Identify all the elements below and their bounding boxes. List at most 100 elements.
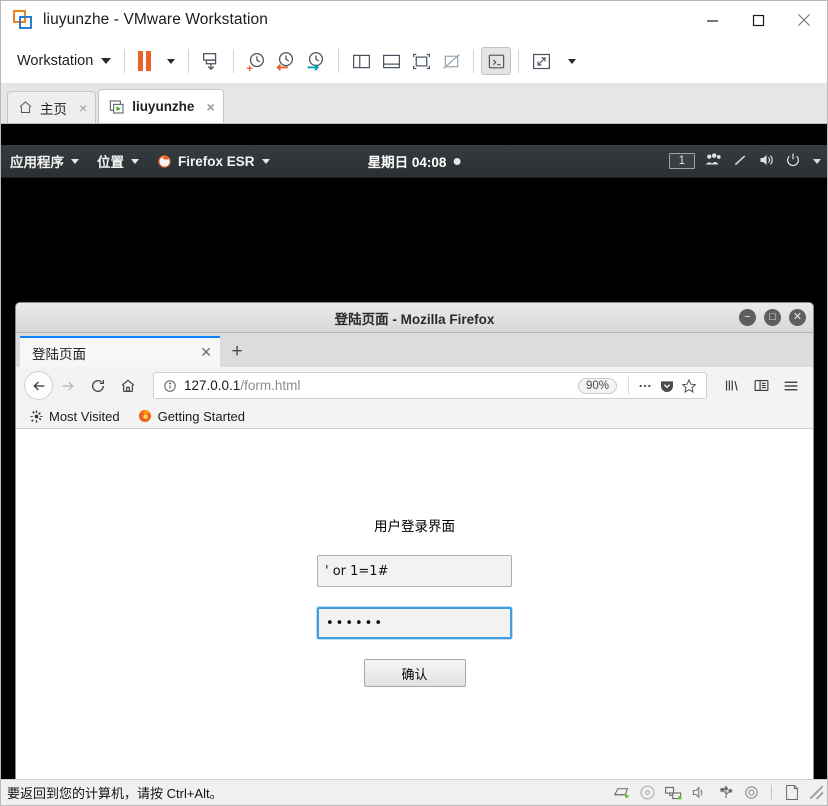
workspace-switcher[interactable]: 1 <box>668 153 695 169</box>
firefox-navbar: 127.0.0.1/form.html 90% <box>16 367 813 404</box>
username-input[interactable]: ' or 1=1# <box>317 555 512 587</box>
ellipsis-icon[interactable] <box>634 378 656 394</box>
pause-vm-button[interactable] <box>138 51 152 71</box>
toolbar-divider <box>338 49 340 73</box>
sound-card-icon[interactable] <box>690 784 709 801</box>
firefox-minimize-button[interactable]: − <box>739 309 756 326</box>
users-icon[interactable] <box>705 152 722 170</box>
hamburger-menu-icon[interactable] <box>777 371 805 401</box>
revert-snapshot-button[interactable] <box>271 47 301 75</box>
close-icon[interactable]: ✕ <box>192 344 212 361</box>
home-icon[interactable] <box>113 371 143 401</box>
toolbar-divider <box>518 49 520 73</box>
chevron-down-icon <box>131 158 139 164</box>
vm-tab-home[interactable]: 主页 × <box>7 91 97 123</box>
network-icon[interactable] <box>732 152 748 171</box>
forward-arrow-icon[interactable] <box>53 371 83 401</box>
unity-mode-button[interactable] <box>481 47 512 75</box>
maximize-button[interactable] <box>735 1 781 39</box>
window-title: liuyunzhe - VMware Workstation <box>43 11 268 28</box>
show-console-view-button[interactable] <box>406 47 436 75</box>
show-thumbnail-bar-button[interactable] <box>376 47 406 75</box>
usb-controller-icon[interactable] <box>716 784 735 801</box>
places-menu-label: 位置 <box>97 155 124 170</box>
firefox-launcher[interactable]: Firefox ESR <box>148 145 279 177</box>
power-icon[interactable] <box>785 152 801 171</box>
firefox-icon <box>138 409 152 423</box>
password-input[interactable]: •••••• <box>317 607 512 639</box>
minimize-button[interactable] <box>689 1 735 39</box>
applications-menu[interactable]: 应用程序 <box>1 145 88 177</box>
panel-tray: 1 <box>668 152 821 171</box>
submit-button[interactable]: 确认 <box>363 659 466 687</box>
page-title: 用户登录界面 <box>374 519 455 535</box>
volume-icon[interactable] <box>758 152 775 171</box>
sidebar-icon[interactable] <box>747 371 775 401</box>
chevron-down-icon <box>568 58 577 64</box>
fullscreen-dropdown-button[interactable] <box>556 46 582 76</box>
back-arrow-icon[interactable] <box>24 371 53 400</box>
zoom-level-indicator[interactable]: 90% <box>577 377 617 394</box>
chevron-down-icon <box>167 58 176 64</box>
browser-tab-label: 登陆页面 <box>32 346 86 362</box>
applications-menu-label: 应用程序 <box>10 155 64 170</box>
hide-console-view-button[interactable] <box>436 47 466 75</box>
most-visited-icon <box>30 410 43 423</box>
pause-dropdown-button[interactable] <box>151 46 181 76</box>
statusbar-message: 要返回到您的计算机，请按 Ctrl+Alt。 <box>7 786 223 801</box>
send-ctrl-alt-del-button[interactable] <box>196 47 226 75</box>
vmware-workstation-window: liuyunzhe - VMware Workstation Workstati… <box>0 0 828 806</box>
vm-console-screen[interactable]: 应用程序 位置 Firefox ESR 星期日 04:08 1 登陆页面 - M… <box>1 124 827 779</box>
fullscreen-button[interactable] <box>526 47 556 75</box>
vmware-statusbar: 要返回到您的计算机，请按 Ctrl+Alt。 <box>1 779 827 805</box>
bookmark-getting-started[interactable]: Getting Started <box>138 409 245 424</box>
bookmark-most-visited[interactable]: Most Visited <box>30 409 120 424</box>
chevron-down-icon <box>261 158 270 164</box>
hard-disk-icon[interactable] <box>612 784 631 801</box>
info-circle-icon[interactable] <box>160 379 180 393</box>
resize-grip[interactable] <box>810 786 823 799</box>
places-menu[interactable]: 位置 <box>88 145 148 177</box>
panel-clock[interactable]: 星期日 04:08 <box>368 151 461 171</box>
firefox-window-title: 登陆页面 - Mozilla Firefox <box>334 311 495 327</box>
close-button[interactable] <box>781 1 827 39</box>
close-icon[interactable]: × <box>79 101 87 115</box>
firefox-maximize-button[interactable]: □ <box>764 309 781 326</box>
toolbar-divider <box>188 49 190 73</box>
workstation-menu-button[interactable]: Workstation <box>11 46 117 76</box>
network-adapter-icon[interactable] <box>664 784 683 801</box>
take-snapshot-button[interactable] <box>241 47 271 75</box>
browser-tab-login-page[interactable]: 登陆页面 ✕ <box>20 336 220 367</box>
close-icon[interactable]: × <box>206 100 214 114</box>
floppy-icon[interactable] <box>782 784 801 801</box>
chevron-down-icon[interactable] <box>813 158 821 164</box>
url-text[interactable]: 127.0.0.1/form.html <box>180 378 578 393</box>
notification-dot-icon <box>453 157 461 165</box>
star-icon[interactable] <box>678 378 700 394</box>
firefox-icon <box>157 154 172 169</box>
bookmark-label: Getting Started <box>157 408 246 424</box>
new-tab-button[interactable]: + <box>220 336 254 367</box>
panel-clock-label: 星期日 04:08 <box>367 155 447 170</box>
vm-tab-liuyunzhe[interactable]: liuyunzhe × <box>98 89 224 123</box>
statusbar-divider <box>771 785 772 800</box>
url-bar[interactable]: 127.0.0.1/form.html 90% <box>153 372 707 399</box>
show-library-button[interactable] <box>346 47 376 75</box>
firefox-launcher-label: Firefox ESR <box>178 153 255 169</box>
pocket-icon[interactable] <box>656 378 678 394</box>
manage-snapshots-button[interactable] <box>301 47 331 75</box>
vmware-logo-icon <box>13 10 33 30</box>
firefox-toolbar-right <box>713 371 805 401</box>
url-host: 127.0.0.1 <box>184 378 241 393</box>
window-controls <box>689 1 827 39</box>
firefox-window: 登陆页面 - Mozilla Firefox − □ ✕ 登陆页面 ✕ + 12… <box>15 302 814 779</box>
cd-dvd-icon[interactable] <box>638 784 657 801</box>
urlbar-divider <box>628 376 629 395</box>
library-icon[interactable] <box>717 371 745 401</box>
vm-play-icon <box>109 99 125 115</box>
firefox-close-button[interactable]: ✕ <box>789 309 806 326</box>
printer-icon[interactable] <box>742 784 761 801</box>
firefox-window-controls: − □ ✕ <box>739 303 806 332</box>
reload-icon[interactable] <box>83 371 113 401</box>
guest-top-panel: 应用程序 位置 Firefox ESR 星期日 04:08 1 <box>1 145 827 178</box>
